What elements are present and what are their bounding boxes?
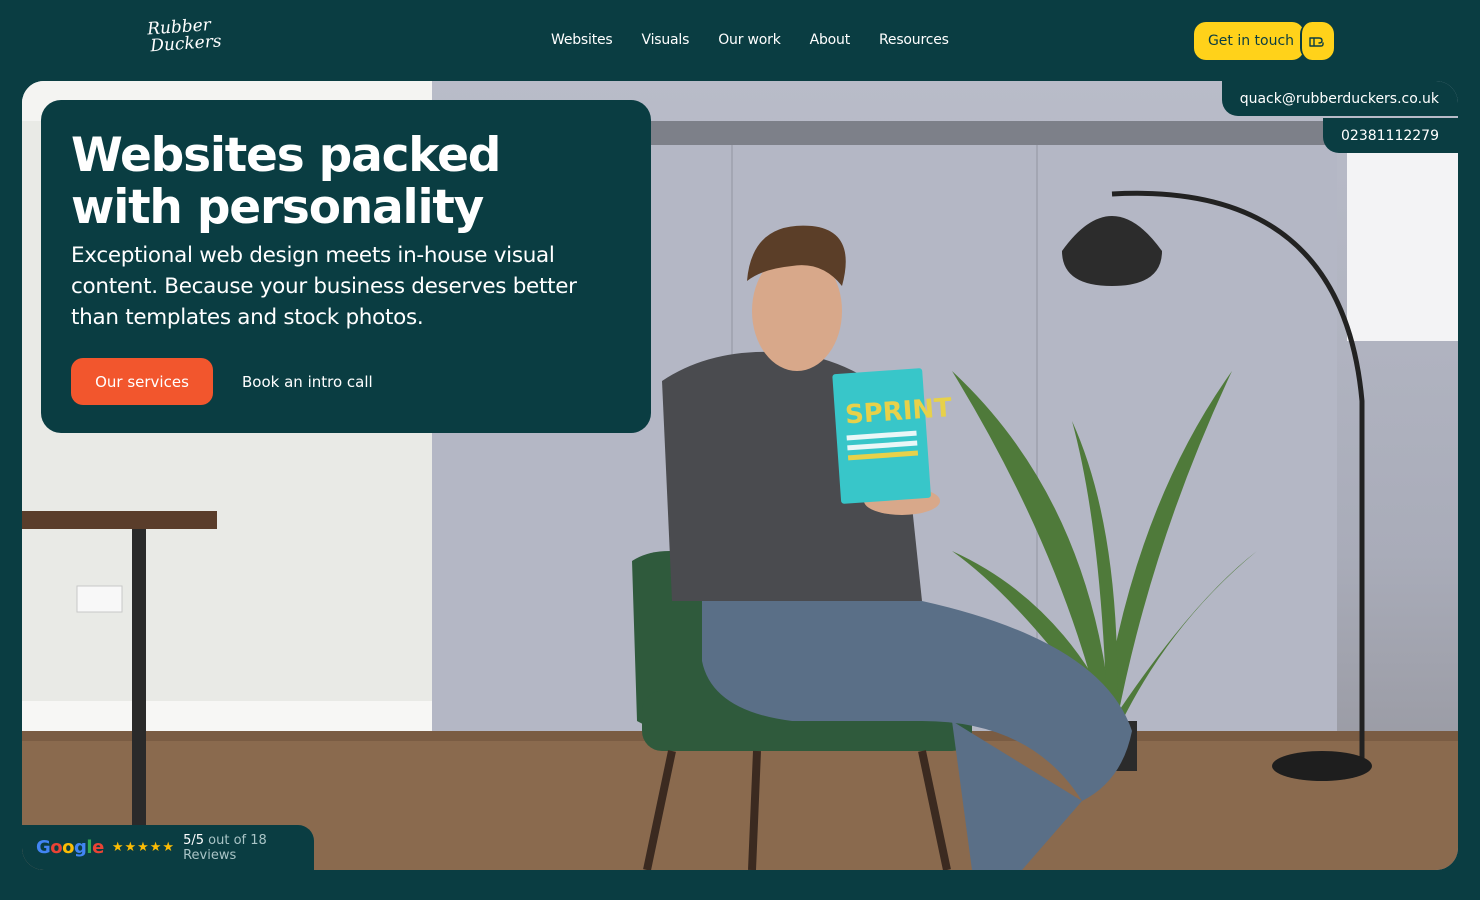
get-in-touch-button[interactable]: Get in touch: [1194, 22, 1336, 60]
our-services-button[interactable]: Our services: [71, 358, 213, 405]
hero-title: Websites packed with personality: [71, 128, 501, 235]
brand-logo[interactable]: Rubber Duckers: [147, 15, 250, 64]
contact-phone[interactable]: 02381112279: [1323, 118, 1458, 153]
google-logo-g: G: [36, 837, 51, 858]
google-logo-o1: o: [50, 837, 63, 858]
google-logo-g2: g: [74, 837, 87, 858]
get-in-touch-label: Get in touch: [1194, 22, 1304, 60]
nav-item-our-work[interactable]: Our work: [718, 32, 781, 48]
hero-subtitle: Exceptional web design meets in-house vi…: [71, 243, 577, 330]
google-logo-o2: o: [62, 837, 75, 858]
hero-card: Websites packed with personality Excepti…: [41, 100, 651, 433]
book-intro-call-link[interactable]: Book an intro call: [242, 373, 373, 391]
nav-item-websites[interactable]: Websites: [551, 32, 613, 48]
review-score: 5/5: [183, 832, 205, 848]
review-rating: 5/5 out of 18 Reviews: [183, 833, 314, 863]
logo-line-2: Duckers: [149, 31, 223, 57]
contact-email[interactable]: quack@rubberduckers.co.uk: [1221, 81, 1458, 116]
pointing-hand-icon: [1300, 22, 1334, 60]
google-logo: Google: [36, 837, 104, 858]
nav-item-visuals[interactable]: Visuals: [642, 32, 690, 48]
star-rating-icons: ★★★★★: [111, 840, 176, 855]
google-reviews-badge[interactable]: Google ★★★★★ 5/5 out of 18 Reviews: [22, 825, 314, 870]
google-logo-e: e: [92, 837, 104, 858]
hero-actions: Our services Book an intro call: [71, 358, 621, 405]
nav-item-resources[interactable]: Resources: [879, 32, 949, 48]
main-nav: Websites Visuals Our work About Resource…: [551, 32, 949, 48]
hero-section: SPRINT quack@rubberduckers.co.uk 0238111…: [22, 81, 1458, 870]
nav-item-about[interactable]: About: [810, 32, 851, 48]
